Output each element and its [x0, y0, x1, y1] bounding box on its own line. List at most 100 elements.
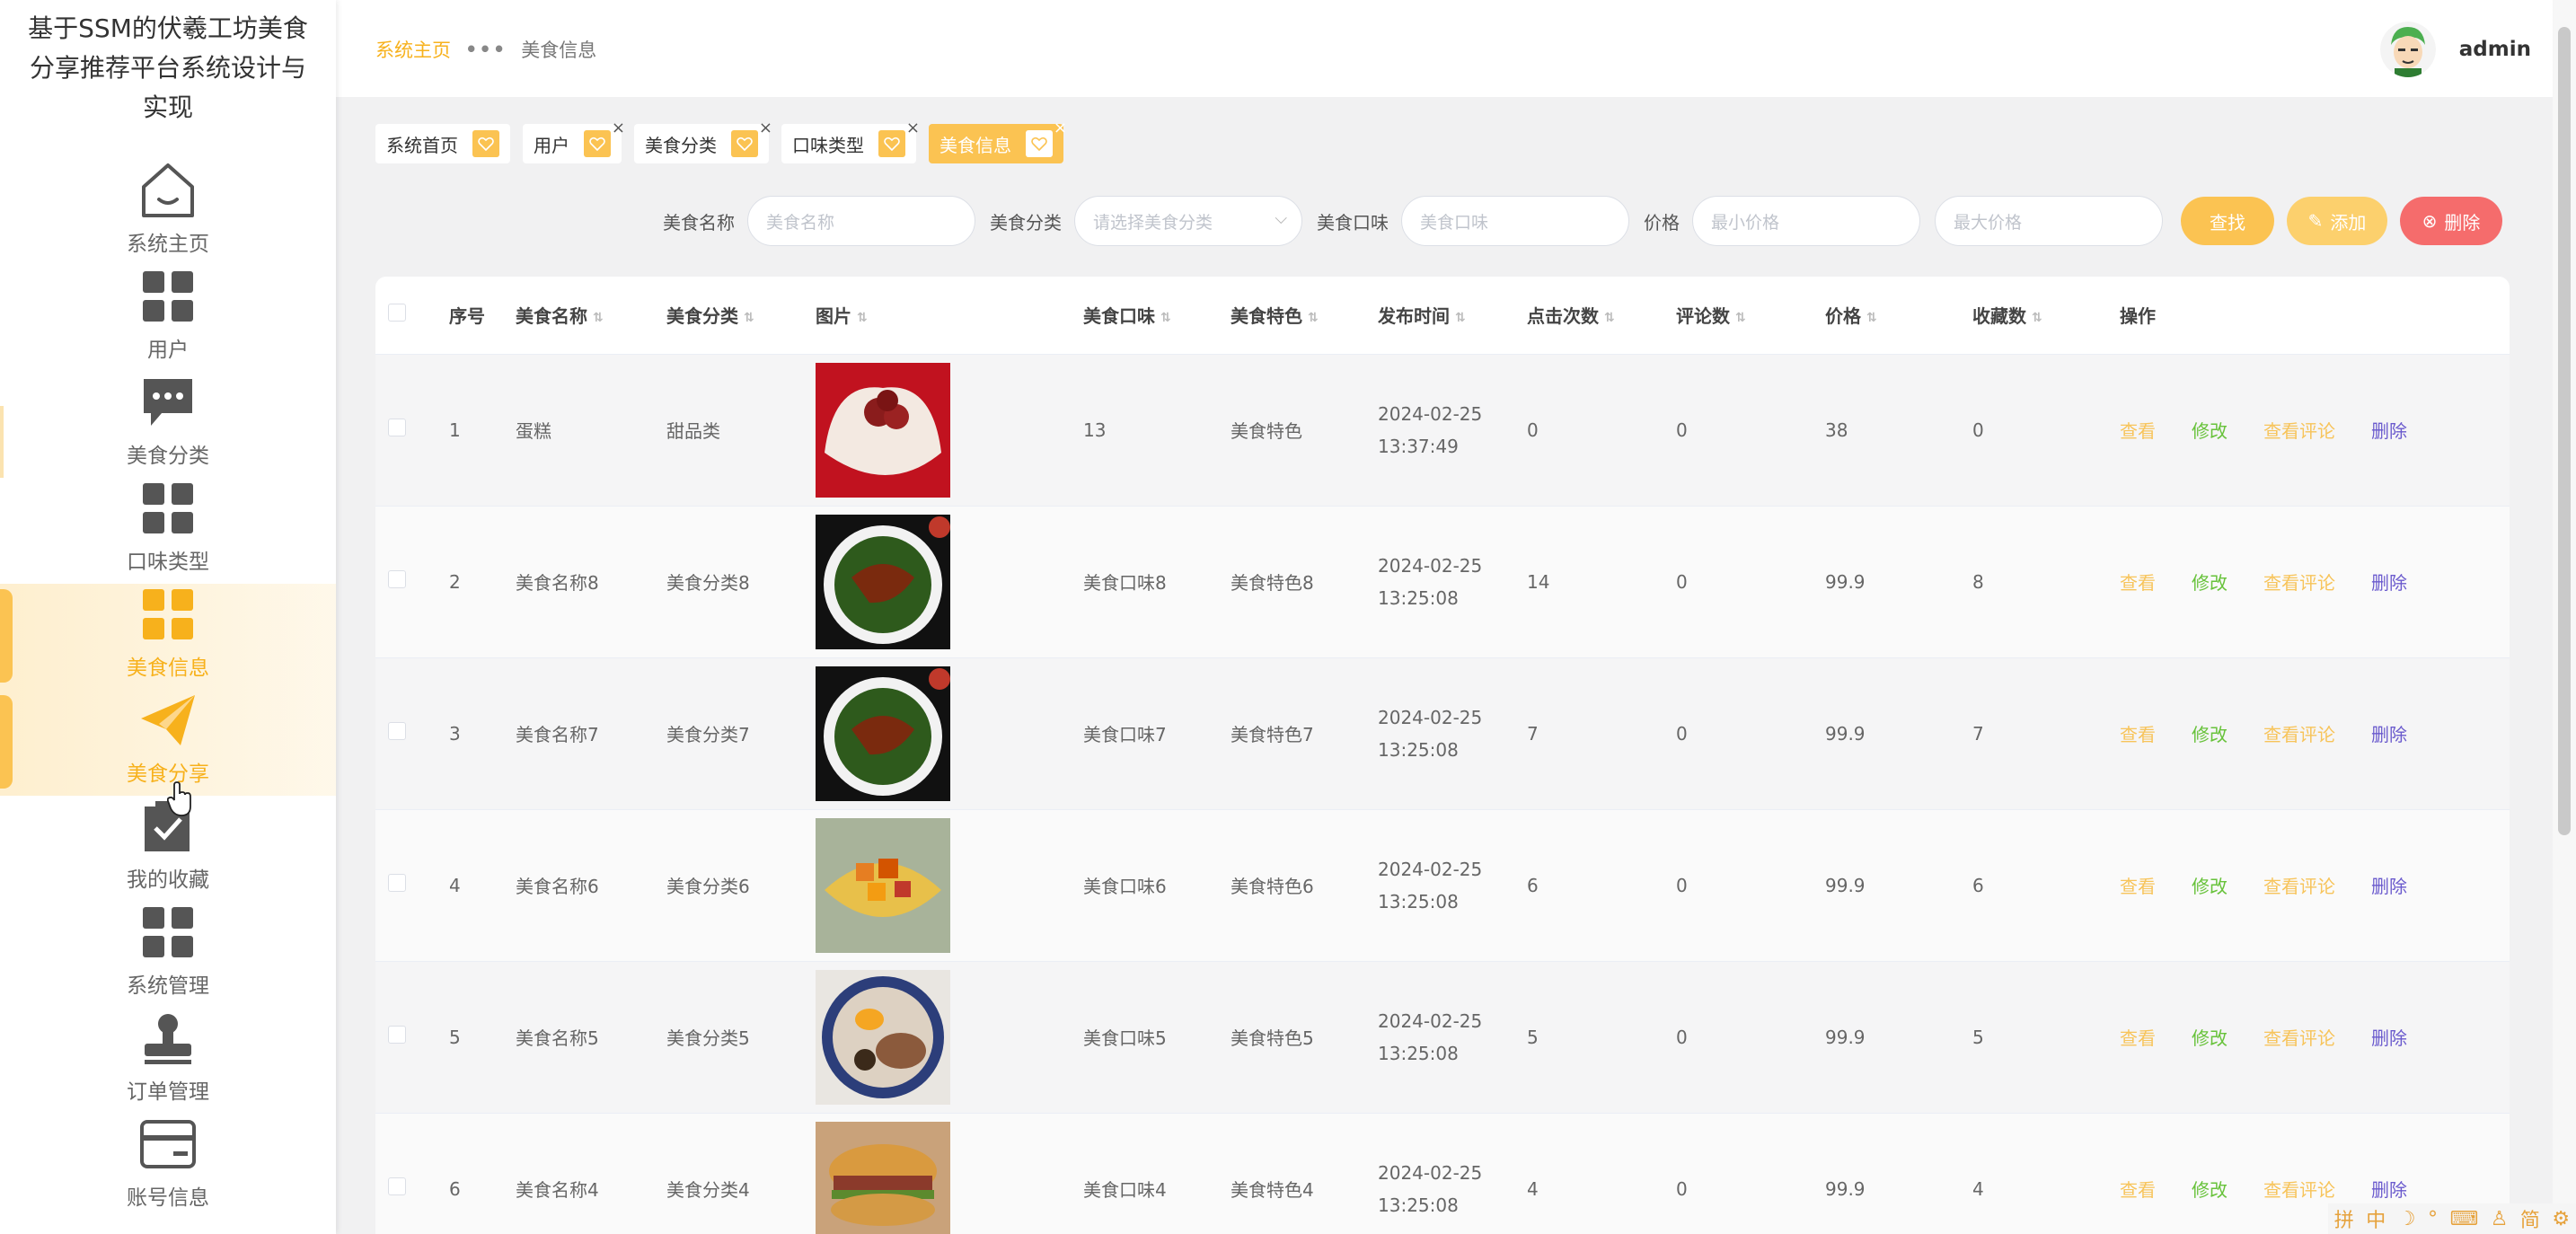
select-all-checkbox[interactable]	[388, 304, 406, 322]
search-button[interactable]: 查找	[2181, 197, 2274, 245]
sort-icon[interactable]: ⇅	[1308, 311, 1319, 325]
delete-button[interactable]: 删除	[2371, 724, 2407, 745]
delete-button[interactable]: 删除	[2371, 1027, 2407, 1049]
sidebar-item-order-management[interactable]: 订单管理	[0, 1008, 336, 1114]
view-button[interactable]: 查看	[2120, 1179, 2156, 1201]
view-button[interactable]: 查看	[2120, 876, 2156, 897]
sort-icon[interactable]: ⇅	[744, 311, 754, 325]
column-header[interactable]: 美食分类 ⇅	[654, 277, 803, 355]
table-row[interactable]: 6 美食名称4 美食分类4 美食口味4 美食特色4 2024-02-25 13:25:08 4…	[375, 1113, 2510, 1234]
column-header[interactable]: 美食特色 ⇅	[1218, 277, 1365, 355]
view-comments-button[interactable]: 查看评论	[2263, 572, 2335, 594]
username[interactable]: admin	[2459, 38, 2531, 61]
edit-button[interactable]: 修改	[2192, 1027, 2228, 1049]
view-button[interactable]: 查看	[2120, 1027, 2156, 1049]
sidebar-item-food-category[interactable]: 美食分类	[0, 372, 336, 478]
column-header[interactable]: 价格 ⇅	[1813, 277, 1960, 355]
view-comments-button[interactable]: 查看评论	[2263, 420, 2335, 442]
keyboard-icon[interactable]: ⌨	[2449, 1208, 2478, 1230]
sort-icon[interactable]: ⇅	[1455, 311, 1466, 325]
row-select-cell[interactable]	[375, 354, 437, 507]
edit-button[interactable]: 修改	[2192, 420, 2228, 442]
sort-icon[interactable]: ⇅	[2032, 311, 2042, 325]
column-header[interactable]: 收藏数 ⇅	[1960, 277, 2107, 355]
tag-users[interactable]: 用户 ×	[523, 119, 625, 163]
close-icon[interactable]: ×	[906, 119, 920, 137]
ime-simplified-icon[interactable]: 简	[2520, 1204, 2540, 1233]
delete-button[interactable]: 删除	[2371, 572, 2407, 594]
row-select-cell[interactable]	[375, 961, 437, 1114]
ime-pinyin-icon[interactable]: 拼	[2334, 1204, 2354, 1233]
view-comments-button[interactable]: 查看评论	[2263, 876, 2335, 897]
moon-icon[interactable]: ☽	[2398, 1208, 2416, 1230]
tag-food-info[interactable]: 美食信息 ×	[929, 119, 1067, 163]
column-header[interactable]: 图片 ⇅	[803, 277, 1071, 355]
table-row[interactable]: 1 蛋糕 甜品类 13 美食特色 2024-02-25 13:37:49 0 0 38 0 查看 修改查…	[375, 354, 2510, 507]
sort-icon[interactable]: ⇅	[1160, 311, 1171, 325]
close-icon[interactable]: ×	[612, 119, 625, 137]
row-checkbox[interactable]	[388, 1177, 406, 1195]
row-select-cell[interactable]	[375, 657, 437, 810]
column-header[interactable]: 美食名称 ⇅	[503, 277, 654, 355]
sidebar-item-taste-type[interactable]: 口味类型	[0, 478, 336, 584]
person-icon[interactable]: ♙	[2491, 1208, 2509, 1230]
max-price-input[interactable]: 最大价格	[1935, 196, 2163, 246]
view-comments-button[interactable]: 查看评论	[2263, 1179, 2335, 1201]
tag-home[interactable]: 系统首页	[375, 124, 510, 163]
table-row[interactable]: 4 美食名称6 美食分类6 美食口味6 美食特色6 2024-02-25 13:25:08 6…	[375, 809, 2510, 962]
edit-button[interactable]: 修改	[2192, 876, 2228, 897]
delete-button[interactable]: 删除	[2371, 876, 2407, 897]
sidebar-item-home[interactable]: 系统主页	[0, 160, 336, 266]
sidebar-item-system-management[interactable]: 系统管理	[0, 902, 336, 1008]
delete-button[interactable]: 删除	[2371, 1179, 2407, 1201]
cell-image[interactable]	[803, 1113, 1071, 1234]
column-header[interactable]: 发布时间 ⇅	[1365, 277, 1514, 355]
view-comments-button[interactable]: 查看评论	[2263, 1027, 2335, 1049]
cell-image[interactable]	[803, 961, 1071, 1114]
tag-food-category[interactable]: 美食分类 ×	[634, 119, 772, 163]
sidebar-item-account-info[interactable]: 账号信息	[0, 1114, 336, 1220]
table-row[interactable]: 3 美食名称7 美食分类7 美食口味7 美食特色7 2024-02-25 13:25:08 7…	[375, 657, 2510, 810]
edit-button[interactable]: 修改	[2192, 572, 2228, 594]
view-comments-button[interactable]: 查看评论	[2263, 724, 2335, 745]
scrollbar-thumb[interactable]	[2558, 27, 2571, 835]
food-category-select[interactable]: 请选择美食分类 ⌵	[1074, 196, 1302, 246]
sort-icon[interactable]: ⇅	[1866, 311, 1877, 325]
food-name-input[interactable]: 美食名称	[747, 196, 975, 246]
sidebar-item-food-info[interactable]: 美食信息	[0, 584, 336, 690]
user-menu[interactable]: admin	[2379, 22, 2531, 77]
sort-icon[interactable]: ⇅	[593, 311, 604, 325]
breadcrumb-home[interactable]: 系统主页	[375, 36, 451, 63]
edit-button[interactable]: 修改	[2192, 1179, 2228, 1201]
gear-icon[interactable]: ⚙	[2552, 1208, 2570, 1230]
row-checkbox[interactable]	[388, 570, 406, 588]
edit-button[interactable]: 修改	[2192, 724, 2228, 745]
column-header[interactable]: 美食口味 ⇅	[1071, 277, 1218, 355]
row-checkbox[interactable]	[388, 874, 406, 892]
row-checkbox[interactable]	[388, 419, 406, 436]
column-header[interactable]: 评论数 ⇅	[1663, 277, 1813, 355]
ime-chinese-icon[interactable]: 中	[2366, 1204, 2386, 1233]
cell-image[interactable]	[803, 657, 1071, 810]
cell-image[interactable]	[803, 354, 1071, 507]
row-select-cell[interactable]	[375, 506, 437, 658]
select-all-cell[interactable]	[375, 277, 437, 355]
table-row[interactable]: 2 美食名称8 美食分类8 美食口味8 美食特色8 2024-02-25 13:25:08 1…	[375, 506, 2510, 658]
column-header[interactable]: 点击次数 ⇅	[1514, 277, 1663, 355]
view-button[interactable]: 查看	[2120, 724, 2156, 745]
sort-icon[interactable]: ⇅	[857, 311, 868, 325]
close-icon[interactable]: ×	[759, 119, 772, 137]
min-price-input[interactable]: 最小价格	[1692, 196, 1920, 246]
table-row[interactable]: 5 美食名称5 美食分类5 美食口味5 美食特色5 2024-02-25 13:25:08 5…	[375, 961, 2510, 1114]
page-scrollbar[interactable]	[2553, 0, 2576, 1234]
view-button[interactable]: 查看	[2120, 572, 2156, 594]
sort-icon[interactable]: ⇅	[1604, 311, 1615, 325]
sidebar-item-users[interactable]: 用户	[0, 266, 336, 372]
avatar[interactable]	[2379, 22, 2436, 77]
row-select-cell[interactable]	[375, 1113, 437, 1234]
cell-image[interactable]	[803, 506, 1071, 658]
food-taste-input[interactable]: 美食口味	[1401, 196, 1629, 246]
row-select-cell[interactable]	[375, 809, 437, 962]
sort-icon[interactable]: ⇅	[1735, 311, 1746, 325]
tag-taste-type[interactable]: 口味类型 ×	[781, 119, 920, 163]
